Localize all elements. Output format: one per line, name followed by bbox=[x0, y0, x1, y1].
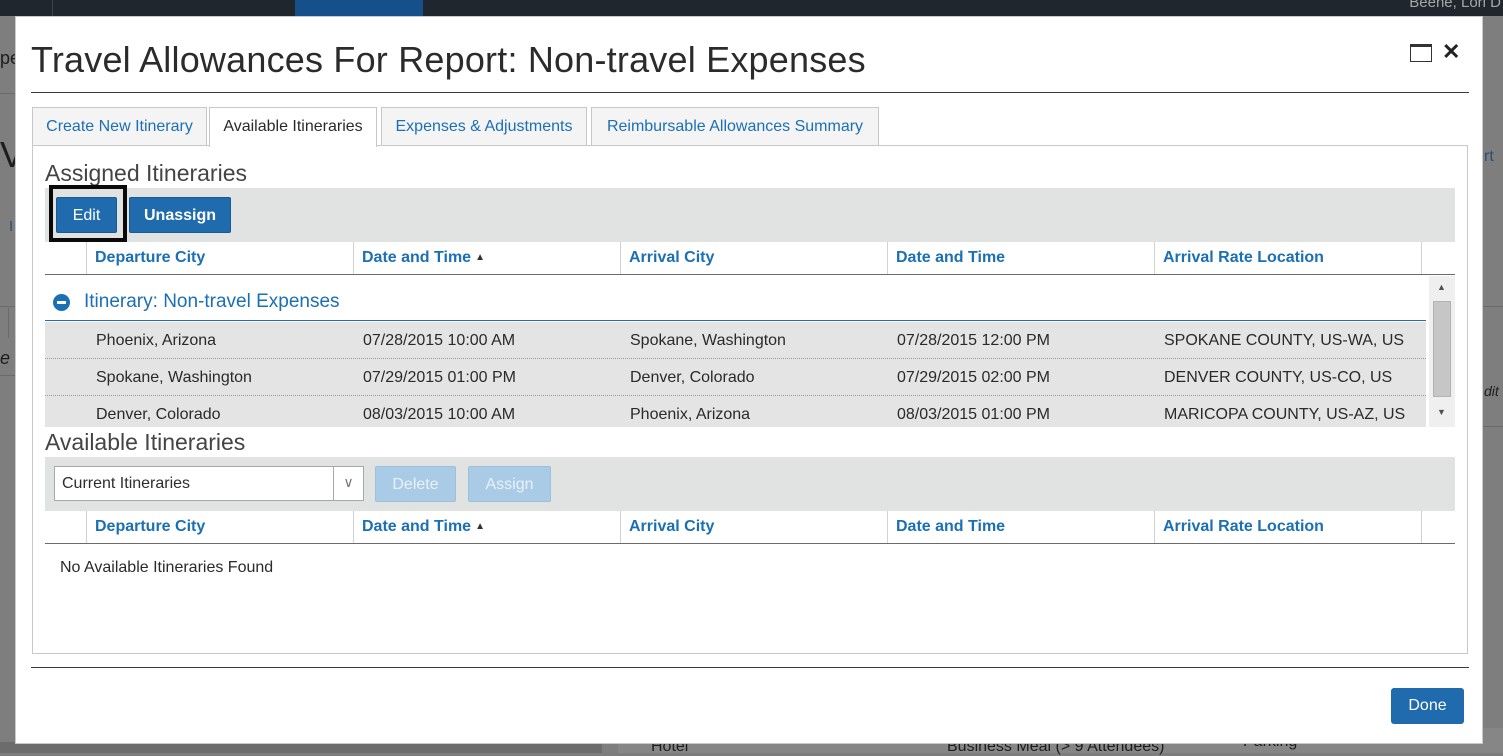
sort-ascending-icon: ▲ bbox=[475, 252, 485, 263]
background-divider bbox=[0, 375, 15, 376]
column-departure-date-time[interactable]: Date and Time ▲ bbox=[353, 242, 620, 274]
arrival-city-cell: Denver, Colorado bbox=[630, 369, 755, 386]
arrival-time-cell: 07/28/2015 12:00 PM bbox=[897, 332, 1051, 349]
column-departure-city[interactable]: Departure City bbox=[86, 511, 353, 543]
column-label: Date and Time bbox=[362, 249, 472, 266]
itinerary-filter-select[interactable]: Current Itineraries ∨ bbox=[54, 466, 364, 501]
empty-state-message: No Available Itineraries Found bbox=[60, 559, 274, 576]
arrival-city-cell: Phoenix, Arizona bbox=[630, 406, 751, 423]
background-divider bbox=[1483, 306, 1503, 307]
rate-location-cell: SPOKANE COUNTY, US-WA, US bbox=[1164, 332, 1405, 349]
arrival-city-cell: Spokane, Washington bbox=[630, 332, 786, 349]
departure-city-cell: Phoenix, Arizona bbox=[96, 332, 217, 349]
rate-location-cell: MARICOPA COUNTY, US-AZ, US bbox=[1164, 406, 1406, 423]
assigned-grid-header: Departure City Date and Time ▲ Arrival Ci… bbox=[45, 242, 1455, 275]
departure-time-cell: 07/28/2015 10:00 AM bbox=[363, 332, 516, 349]
close-icon[interactable]: ✕ bbox=[1442, 37, 1460, 67]
scroll-up-icon[interactable]: ▲ bbox=[1433, 282, 1450, 292]
assigned-toolbar: Edit Unassign bbox=[45, 185, 1455, 242]
done-button[interactable]: Done bbox=[1391, 688, 1464, 724]
column-arrival-date-time[interactable]: Date and Time bbox=[887, 511, 1154, 543]
itinerary-filter-value: Current Itineraries bbox=[62, 475, 191, 492]
background-text-fragment: dit bbox=[1484, 383, 1499, 399]
unassign-button[interactable]: Unassign bbox=[129, 197, 231, 233]
edit-button[interactable]: Edit bbox=[56, 197, 117, 233]
rate-location-cell: DENVER COUNTY, US-CO, US bbox=[1164, 369, 1393, 386]
title-divider bbox=[31, 92, 1469, 93]
background-divider bbox=[0, 93, 15, 94]
column-spacer bbox=[1421, 242, 1455, 274]
assigned-itineraries-heading: Assigned Itineraries bbox=[45, 160, 247, 186]
itinerary-group-row[interactable]: Itinerary: Non-travel Expenses bbox=[45, 284, 1426, 321]
available-itineraries-panel: Assigned Itineraries Edit Unassign Depar… bbox=[32, 145, 1468, 654]
footer-divider bbox=[31, 667, 1469, 668]
sort-ascending-icon: ▲ bbox=[475, 521, 485, 532]
top-bar-divider bbox=[52, 0, 53, 16]
background-text-fragment: e bbox=[0, 348, 11, 368]
column-arrival-city[interactable]: Arrival City bbox=[620, 242, 887, 274]
collapse-icon[interactable] bbox=[53, 294, 70, 311]
column-arrival-rate-location[interactable]: Arrival Rate Location bbox=[1154, 242, 1421, 274]
departure-city-cell: Denver, Colorado bbox=[96, 406, 221, 423]
arrival-time-cell: 08/03/2015 01:00 PM bbox=[897, 406, 1051, 423]
table-row[interactable]: Denver, Colorado 08/03/2015 10:00 AM Pho… bbox=[45, 396, 1426, 427]
available-toolbar: Current Itineraries ∨ Delete Assign bbox=[45, 457, 1455, 511]
background-text-fragment: I bbox=[9, 218, 14, 235]
available-itineraries-heading: Available Itineraries bbox=[45, 429, 246, 455]
assign-button[interactable]: Assign bbox=[468, 466, 551, 502]
chevron-down-icon[interactable]: ∨ bbox=[333, 467, 363, 500]
departure-time-cell: 07/29/2015 01:00 PM bbox=[363, 369, 517, 386]
departure-city-cell: Spokane, Washington bbox=[96, 369, 252, 386]
column-spacer bbox=[1421, 511, 1455, 543]
tab-available-itineraries[interactable]: Available Itineraries bbox=[209, 107, 377, 147]
departure-time-cell: 08/03/2015 10:00 AM bbox=[363, 406, 516, 423]
itinerary-group-label: Itinerary: Non-travel Expenses bbox=[84, 291, 340, 312]
active-nav-tab bbox=[295, 0, 423, 16]
background-divider bbox=[0, 306, 15, 307]
tab-expenses-adjustments[interactable]: Expenses & Adjustments bbox=[381, 107, 587, 146]
background-divider bbox=[8, 308, 9, 338]
tab-reimbursable-allowances-summary[interactable]: Reimbursable Allowances Summary bbox=[591, 107, 879, 146]
column-departure-city[interactable]: Departure City bbox=[86, 242, 353, 274]
column-arrival-rate-location[interactable]: Arrival Rate Location bbox=[1154, 511, 1421, 543]
dialog-title: Travel Allowances For Report: Non-travel… bbox=[31, 39, 866, 80]
delete-button[interactable]: Delete bbox=[375, 466, 456, 502]
maximize-icon[interactable] bbox=[1410, 44, 1432, 62]
table-row[interactable]: Phoenix, Arizona 07/28/2015 10:00 AM Spo… bbox=[45, 322, 1426, 359]
scroll-down-icon[interactable]: ▼ bbox=[1433, 407, 1450, 417]
app-top-bar bbox=[0, 0, 1503, 16]
tab-create-new-itinerary[interactable]: Create New Itinerary bbox=[32, 107, 207, 146]
scrollbar-thumb[interactable] bbox=[1433, 301, 1451, 397]
travel-allowances-dialog: Travel Allowances For Report: Non-travel… bbox=[15, 16, 1483, 744]
arrival-time-cell: 07/29/2015 02:00 PM bbox=[897, 369, 1051, 386]
column-arrival-date-time[interactable]: Date and Time bbox=[887, 242, 1154, 274]
available-grid-header: Departure City Date and Time ▲ Arrival Ci… bbox=[45, 511, 1455, 544]
background-text-fragment: rt bbox=[1484, 148, 1494, 165]
background-divider bbox=[1483, 426, 1503, 427]
column-label: Date and Time bbox=[362, 518, 472, 535]
table-row[interactable]: Spokane, Washington 07/29/2015 01:00 PM … bbox=[45, 359, 1426, 396]
assigned-scrollbar[interactable]: ▲ ▼ bbox=[1429, 276, 1455, 427]
column-departure-date-time[interactable]: Date and Time ▲ bbox=[353, 511, 620, 543]
column-arrival-city[interactable]: Arrival City bbox=[620, 511, 887, 543]
user-name: Beene, Lori D bbox=[1409, 0, 1501, 11]
